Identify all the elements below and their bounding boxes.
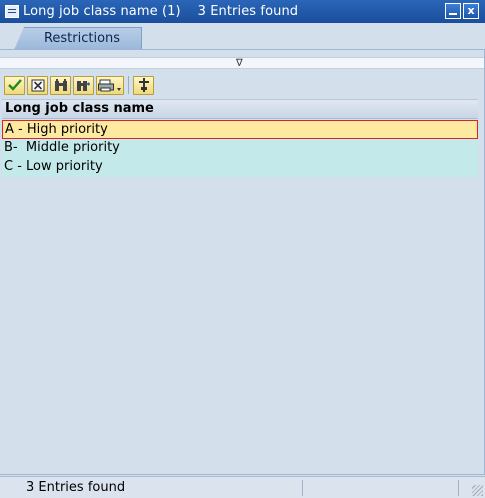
table-row[interactable]: B- Middle priority xyxy=(2,139,478,158)
status-divider xyxy=(302,480,303,496)
status-divider xyxy=(458,480,459,496)
collapse-bar[interactable]: ∇ xyxy=(0,57,485,69)
cancel-icon[interactable] xyxy=(27,75,48,95)
table-row[interactable]: C - Low priority xyxy=(2,158,478,177)
checkmark-icon[interactable] xyxy=(4,75,25,95)
toolbar-separator xyxy=(128,76,129,94)
settings-icon[interactable] xyxy=(133,75,154,95)
resize-grip-icon[interactable] xyxy=(472,485,483,496)
find-next-icon[interactable] xyxy=(73,75,94,95)
window-icon xyxy=(5,5,19,18)
collapse-arrow-icon[interactable]: ∇ xyxy=(236,59,243,69)
window-title: Long job class name (1) 3 Entries found xyxy=(23,4,299,19)
print-dropdown-icon[interactable] xyxy=(96,75,124,95)
minimize-button[interactable] xyxy=(445,3,461,19)
table-row[interactable]: A - High priority xyxy=(2,120,478,139)
status-bar: 3 Entries found xyxy=(0,476,485,498)
toolbar xyxy=(4,75,156,95)
column-header-long-job-class-name[interactable]: Long job class name xyxy=(2,99,478,119)
close-button[interactable]: x xyxy=(463,3,479,19)
tab-divider xyxy=(0,49,485,50)
status-text: 3 Entries found xyxy=(26,480,126,495)
tab-strip: Restrictions xyxy=(0,23,485,50)
title-bar: Long job class name (1) 3 Entries found … xyxy=(0,0,485,23)
binoculars-icon[interactable] xyxy=(50,75,71,95)
tab-restrictions[interactable]: Restrictions xyxy=(14,27,142,50)
